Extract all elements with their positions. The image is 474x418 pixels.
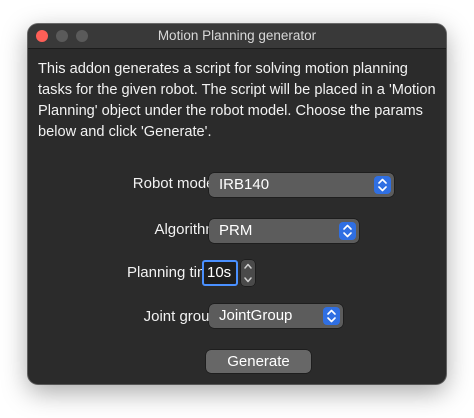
robot-model-select[interactable]: IRB140 [209,173,394,197]
algorithm-select[interactable]: PRM [209,219,359,243]
popup-arrows-icon [323,307,340,325]
planning-time-value: 10s [207,264,232,281]
joint-group-select[interactable]: JointGroup [209,304,343,328]
popup-arrows-icon [374,176,391,194]
window-title: Motion Planning generator [157,28,317,43]
description-text: This addon generates a script for solvin… [38,61,436,140]
algorithm-value: PRM [219,222,253,239]
planning-time-stepper[interactable] [241,260,255,286]
title-bar[interactable]: Motion Planning generator [28,24,446,49]
motion-planning-window: Motion Planning generator This addon gen… [28,24,446,384]
joint-group-value: JointGroup [219,307,293,324]
stepper-up-icon[interactable] [241,260,255,273]
stepper-down-icon[interactable] [241,273,255,286]
popup-arrows-icon [339,222,356,240]
planning-time-input[interactable]: 10s [202,260,238,286]
generate-button[interactable]: Generate [206,350,311,373]
robot-model-value: IRB140 [219,176,270,193]
